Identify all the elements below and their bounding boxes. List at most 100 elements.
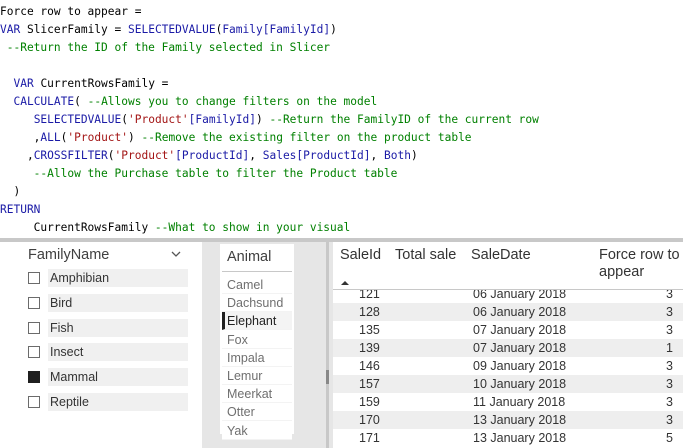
checkbox-checked-icon[interactable] <box>28 371 40 384</box>
code-token: Force row to appear = <box>0 5 142 18</box>
code-token: --Allow the Purchase table to filter the… <box>0 167 398 180</box>
code-token: 'Product' <box>67 131 129 144</box>
checkbox-icon[interactable] <box>28 396 40 408</box>
cell-force-row: 3 <box>666 290 673 301</box>
code-token: --What to show in your visual <box>154 221 351 234</box>
animal-slicer-item-meerkat[interactable]: Meerkat <box>222 385 292 404</box>
code-token: ( <box>121 113 128 126</box>
splitter-grip-handle[interactable] <box>326 370 329 384</box>
animal-slicer-item-yak[interactable]: Yak <box>222 421 292 440</box>
code-token: VAR <box>0 23 21 36</box>
code-token: , <box>370 149 384 162</box>
family-slicer-item-label: Fish <box>48 318 188 337</box>
code-line: ) <box>0 183 683 201</box>
family-slicer: FamilyName Amphibian Bird Fish Insect Mammal… <box>0 242 202 448</box>
family-slicer-item-amphibian[interactable]: Amphibian <box>28 269 190 287</box>
report-canvas: FamilyName Amphibian Bird Fish Insect Mammal… <box>0 242 683 448</box>
column-header-saleid[interactable]: SaleId <box>340 247 381 264</box>
code-token: ) <box>255 113 270 126</box>
code-token: VAR <box>13 77 34 90</box>
family-slicer-item-label: Insect <box>48 343 188 362</box>
chevron-down-icon[interactable] <box>170 248 182 260</box>
cell-force-row: 3 <box>666 359 673 373</box>
family-slicer-item-bird[interactable]: Bird <box>28 293 190 312</box>
cell-saleid: 135 <box>359 323 380 337</box>
dax-formula-editor[interactable]: Force row to appear = VAR SlicerFamily = … <box>0 0 683 238</box>
family-slicer-item-label: Amphibian <box>48 269 188 287</box>
cell-saledate: 06 January 2018 <box>473 305 567 319</box>
code-token: Both <box>384 149 411 162</box>
code-line: Force row to appear = <box>0 3 683 21</box>
table-row[interactable]: 128 06 January 2018 3 <box>333 303 683 321</box>
cell-saleid: 128 <box>359 305 380 319</box>
cell-saleid: 146 <box>359 359 380 373</box>
code-token: , <box>0 131 41 144</box>
checkbox-icon[interactable] <box>28 272 40 284</box>
table-row[interactable]: 135 07 January 2018 3 <box>333 321 683 339</box>
animal-slicer-item-fox[interactable]: Fox <box>222 330 292 349</box>
code-line: --Return the ID of the Family selected i… <box>0 39 683 57</box>
code-token: [ProductId] <box>175 149 250 162</box>
code-token: ( <box>74 95 88 108</box>
column-header-force-row[interactable]: Force row to appear <box>599 247 681 281</box>
checkbox-icon[interactable] <box>28 321 40 334</box>
table-row[interactable]: 146 09 January 2018 3 <box>333 357 683 375</box>
code-token: 'Product' <box>114 149 176 162</box>
code-token: SELECTEDVALUE <box>33 113 122 126</box>
code-token: CurrentRowsFamily <box>0 221 155 234</box>
table-header-row: SaleId Total sale SaleDate Force row to … <box>333 242 683 290</box>
family-slicer-item-reptile[interactable]: Reptile <box>28 393 190 411</box>
code-token: --Remove the existing filter on the prod… <box>141 131 472 144</box>
cell-saledate: 10 January 2018 <box>473 377 567 391</box>
table-row[interactable]: 170 13 January 2018 3 <box>333 411 683 429</box>
cell-saledate: 13 January 2018 <box>473 431 567 445</box>
code-line: CurrentRowsFamily --What to show in your… <box>0 219 683 237</box>
code-token: --Return the FamilyID of the current row <box>269 113 539 126</box>
animal-slicer-item-camel[interactable]: Camel <box>222 276 292 294</box>
table-row[interactable]: 171 13 January 2018 5 <box>333 429 683 447</box>
cell-saleid: 159 <box>359 395 380 409</box>
family-slicer-title: FamilyName <box>28 247 110 263</box>
checkbox-icon[interactable] <box>28 296 40 309</box>
code-token: CROSSFILTER <box>33 149 108 162</box>
animal-slicer-item-impala[interactable]: Impala <box>222 348 292 367</box>
code-token: ) <box>410 149 418 162</box>
code-token: [FamilyId] <box>188 113 256 126</box>
checkbox-icon[interactable] <box>28 346 40 359</box>
code-token: --Return the ID of the Family selected i… <box>0 41 331 54</box>
vertical-splitter[interactable] <box>326 242 329 448</box>
sort-ascending-icon[interactable] <box>340 280 350 286</box>
column-header-saledate[interactable]: SaleDate <box>471 247 531 264</box>
table-row[interactable]: 121 06 January 2018 3 <box>333 290 683 303</box>
table-row[interactable]: 157 10 January 2018 3 <box>333 375 683 393</box>
family-slicer-item-insect[interactable]: Insect <box>28 343 190 362</box>
cell-saleid: 171 <box>359 431 380 445</box>
table-row[interactable]: 139 07 January 2018 1 <box>333 339 683 357</box>
family-slicer-item-fish[interactable]: Fish <box>28 318 190 337</box>
animal-slicer-item-lemur[interactable]: Lemur <box>222 367 292 385</box>
code-token: RETURN <box>0 203 41 216</box>
animal-slicer-item-dachsund[interactable]: Dachsund <box>222 294 292 313</box>
code-token: ) <box>330 23 337 36</box>
animal-slicer-item-otter[interactable]: Otter <box>222 403 292 422</box>
code-token: ( <box>107 149 115 162</box>
code-token: Family[FamilyId] <box>222 23 331 36</box>
family-slicer-item-mammal[interactable]: Mammal <box>28 368 190 387</box>
code-line: CALCULATE( --Allows you to change filter… <box>0 93 683 111</box>
code-line: ,ALL('Product') --Remove the existing fi… <box>0 129 683 147</box>
animal-slicer-item-elephant[interactable]: Elephant <box>222 312 292 331</box>
cell-saleid: 139 <box>359 341 380 355</box>
column-header-total-sale[interactable]: Total sale <box>395 247 456 264</box>
cell-saleid: 170 <box>359 413 380 427</box>
code-token: --Allows you to change filters on the mo… <box>87 95 378 108</box>
cell-saledate: 07 January 2018 <box>473 323 567 337</box>
code-token: , <box>0 149 34 162</box>
table-body[interactable]: 121 06 January 2018 3 128 06 January 2018 3 13… <box>333 290 683 448</box>
table-row[interactable]: 159 11 January 2018 3 <box>333 393 683 411</box>
code-line: SELECTEDVALUE('Product'[FamilyId]) --Ret… <box>0 111 683 129</box>
code-line: VAR CurrentRowsFamily = <box>0 75 683 93</box>
